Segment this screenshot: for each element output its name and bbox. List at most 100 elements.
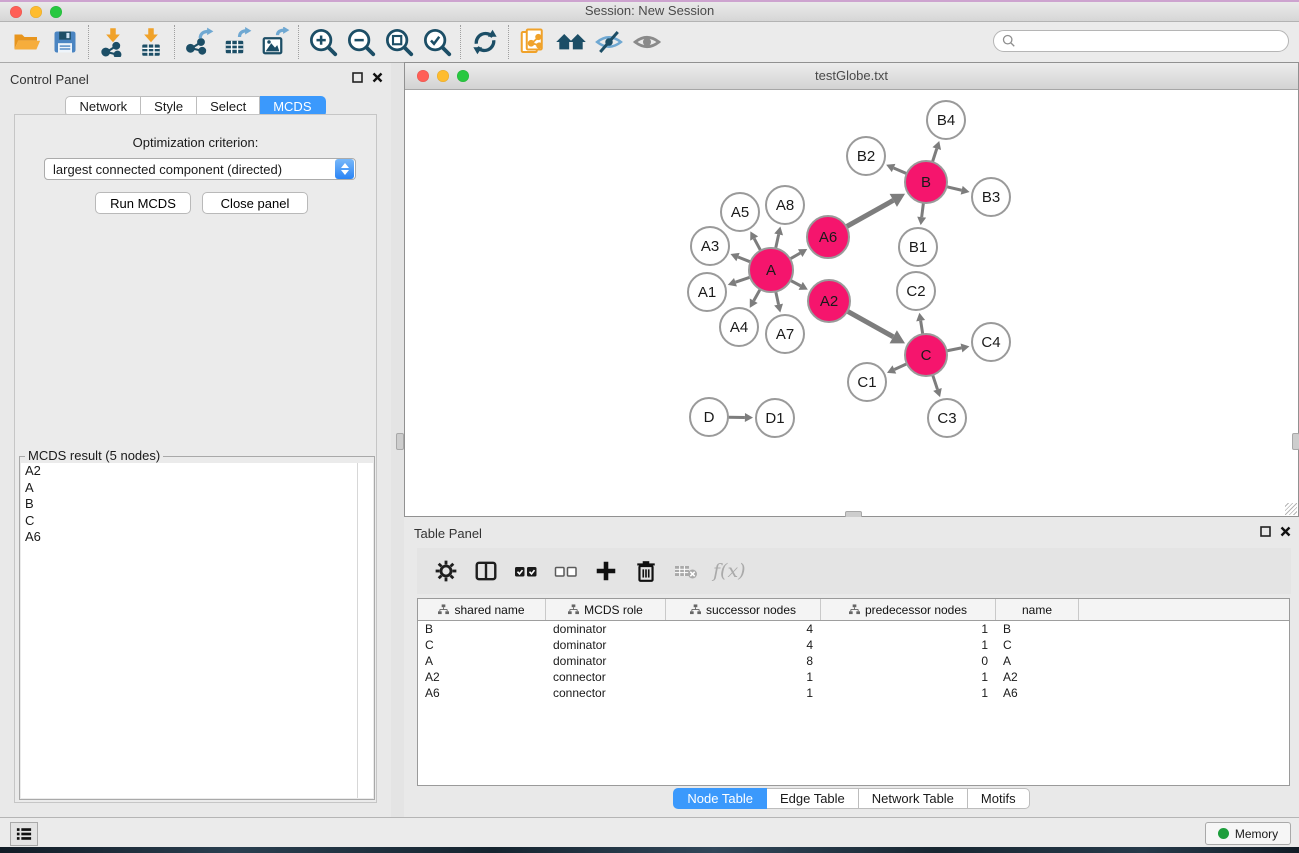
float-panel-icon[interactable] [352, 72, 363, 83]
column-header-name[interactable]: name [996, 599, 1079, 620]
cell[interactable]: 4 [666, 621, 821, 637]
tab-edge-table[interactable]: Edge Table [767, 788, 859, 809]
zoom-in-icon[interactable] [304, 25, 342, 59]
graph-edge-C-C2[interactable] [916, 313, 925, 335]
cell[interactable]: 4 [666, 637, 821, 653]
search-input[interactable] [1020, 33, 1288, 49]
refresh-icon[interactable] [466, 25, 504, 59]
network-graph-canvas[interactable]: AA1A2A3A4A5A6A7A8BB1B2B3B4CC1C2C3C4DD1 [405, 89, 1298, 516]
tab-motifs[interactable]: Motifs [968, 788, 1030, 809]
cell[interactable]: 1 [821, 621, 996, 637]
split-divider-handle[interactable] [1292, 433, 1299, 450]
graph-node-A5[interactable]: A5 [721, 193, 759, 231]
import-table-icon[interactable] [132, 25, 170, 59]
network-window-titlebar[interactable]: testGlobe.txt [405, 63, 1298, 90]
graph-node-A6[interactable]: A6 [807, 216, 849, 258]
zoom-fit-icon[interactable] [380, 25, 418, 59]
close-panel-icon[interactable] [1280, 526, 1291, 537]
graph-node-C2[interactable]: C2 [897, 272, 935, 310]
graph-node-B3[interactable]: B3 [972, 178, 1010, 216]
graph-edge-A-A5[interactable] [750, 231, 760, 250]
graph-edge-A-A2[interactable] [790, 280, 807, 289]
run-mcds-button[interactable]: Run MCDS [95, 192, 191, 214]
cell[interactable]: 0 [821, 653, 996, 669]
cell[interactable]: 1 [666, 685, 821, 701]
cell[interactable]: dominator [546, 637, 666, 653]
graph-edge-B-B4[interactable] [932, 141, 941, 162]
zoom-out-icon[interactable] [342, 25, 380, 59]
graph-node-C1[interactable]: C1 [848, 363, 886, 401]
column-header-successor-nodes[interactable]: successor nodes [666, 599, 821, 620]
graph-edge-A-A6[interactable] [790, 249, 807, 259]
close-panel-button[interactable]: Close panel [202, 192, 308, 214]
show-all-icon[interactable] [628, 25, 666, 59]
save-session-icon[interactable] [46, 25, 84, 59]
cell[interactable]: B [996, 621, 1079, 637]
graph-edge-A-A7[interactable] [774, 291, 783, 312]
cell[interactable]: 1 [821, 637, 996, 653]
cell[interactable]: C [996, 637, 1079, 653]
export-table-icon[interactable] [218, 25, 256, 59]
mcds-result-list[interactable]: A2ABCA6 [21, 463, 358, 798]
graph-node-A[interactable]: A [749, 248, 793, 292]
graph-node-B2[interactable]: B2 [847, 137, 885, 175]
settings-icon[interactable] [433, 558, 459, 584]
cell[interactable]: A2 [418, 669, 546, 685]
export-image-icon[interactable] [256, 25, 294, 59]
table-row-A2[interactable]: A2connector11A2 [418, 669, 1289, 685]
resize-grip[interactable] [1285, 503, 1297, 515]
task-history-button[interactable] [10, 822, 38, 846]
deselect-all-columns-icon[interactable] [553, 558, 579, 584]
memory-button[interactable]: Memory [1205, 822, 1291, 845]
tab-network-table[interactable]: Network Table [859, 788, 968, 809]
close-panel-icon[interactable] [372, 72, 383, 83]
result-scrollbar[interactable] [357, 463, 373, 798]
table-row-A[interactable]: Adominator80A [418, 653, 1289, 669]
cell[interactable]: 1 [821, 669, 996, 685]
select-all-columns-icon[interactable] [513, 558, 539, 584]
graph-edge-A-A4[interactable] [750, 289, 760, 308]
cell[interactable]: 8 [666, 653, 821, 669]
graph-node-C3[interactable]: C3 [928, 399, 966, 437]
graph-node-A3[interactable]: A3 [691, 227, 729, 265]
graph-edge-A-A8[interactable] [774, 227, 783, 249]
search-field[interactable] [993, 30, 1289, 52]
graph-node-B4[interactable]: B4 [927, 101, 965, 139]
table-row-C[interactable]: Cdominator41C [418, 637, 1289, 653]
cell[interactable]: A6 [418, 685, 546, 701]
graph-edge-C-C4[interactable] [947, 343, 970, 352]
graph-edge-B-B2[interactable] [886, 164, 907, 174]
zoom-selected-icon[interactable] [418, 25, 456, 59]
delete-column-icon[interactable] [633, 558, 659, 584]
import-network-icon[interactable] [94, 25, 132, 59]
criterion-dropdown[interactable]: largest connected component (directed) [44, 158, 356, 180]
export-network-icon[interactable] [180, 25, 218, 59]
cell[interactable]: dominator [546, 653, 666, 669]
cell[interactable]: dominator [546, 621, 666, 637]
graph-node-D1[interactable]: D1 [756, 399, 794, 437]
graph-edge-D-D1[interactable] [728, 413, 753, 422]
graph-edge-A2-C[interactable] [847, 311, 905, 343]
graph-edge-A6-B[interactable] [846, 194, 905, 227]
cell[interactable]: A [996, 653, 1079, 669]
graph-node-B1[interactable]: B1 [899, 228, 937, 266]
new-network-from-selection-icon[interactable] [514, 25, 552, 59]
cell[interactable]: A [418, 653, 546, 669]
graph-node-A4[interactable]: A4 [720, 308, 758, 346]
first-neighbors-icon[interactable] [552, 25, 590, 59]
graph-node-A1[interactable]: A1 [688, 273, 726, 311]
graph-node-C4[interactable]: C4 [972, 323, 1010, 361]
graph-node-D[interactable]: D [690, 398, 728, 436]
graph-edge-B-B3[interactable] [946, 186, 969, 195]
column-header-shared-name[interactable]: shared name [418, 599, 546, 620]
table-row-A6[interactable]: A6connector11A6 [418, 685, 1289, 701]
tab-node-table[interactable]: Node Table [673, 788, 767, 809]
cell[interactable]: B [418, 621, 546, 637]
graph-node-C[interactable]: C [905, 334, 947, 376]
cell[interactable]: A2 [996, 669, 1079, 685]
cell[interactable]: 1 [666, 669, 821, 685]
graph-node-A7[interactable]: A7 [766, 315, 804, 353]
cell[interactable]: connector [546, 685, 666, 701]
cell[interactable]: C [418, 637, 546, 653]
hide-selected-icon[interactable] [590, 25, 628, 59]
